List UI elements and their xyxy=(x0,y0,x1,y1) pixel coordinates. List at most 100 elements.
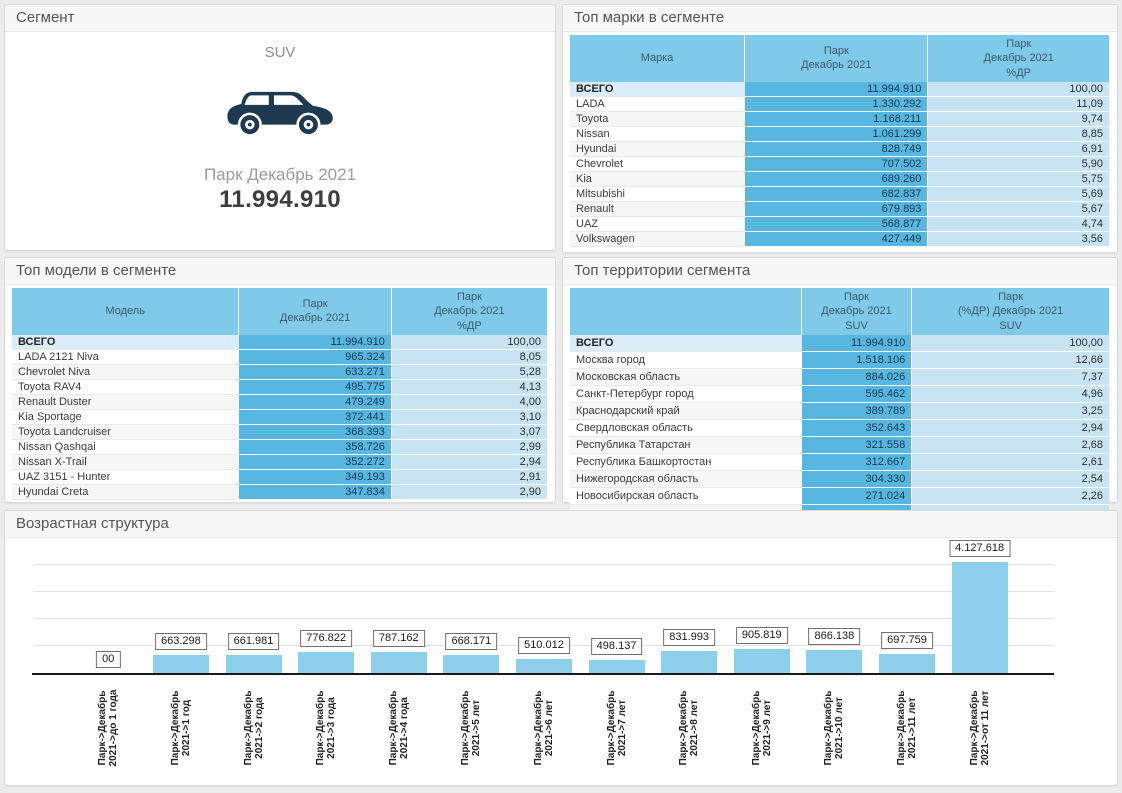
row-label[interactable]: Toyota Landcruiser xyxy=(12,424,240,440)
column-header[interactable]: Парк Декабрь 2021 xyxy=(239,288,392,335)
row-label[interactable]: Mitsubishi xyxy=(570,186,746,202)
bar-axis-label[interactable]: Парк->Декабрь 2021->6 лет xyxy=(533,678,555,778)
bar-slot: 831.993 xyxy=(653,560,726,673)
axis-label-line: 2021->8 лет xyxy=(689,699,701,757)
row-label[interactable]: UAZ xyxy=(570,216,746,232)
axis-label-line: Парк->Декабрь xyxy=(387,690,399,766)
bar-axis-label[interactable]: Парк->Декабрь 2021->5 лет xyxy=(460,678,482,778)
row-label[interactable]: Renault xyxy=(570,201,746,217)
column-header[interactable]: Парк Декабрь 2021 SUV xyxy=(801,288,913,335)
bar-axis-label[interactable]: Парк->Декабрь 2021->10 лет xyxy=(823,678,845,778)
bar-axis-label[interactable]: Парк->Декабрь 2021->8 лет xyxy=(678,678,700,778)
top-brands-table: Марка Парк Декабрь 2021 Парк Декабрь 2021 %ДР… xyxy=(570,35,1109,247)
age-structure-chart: 00 663.298 661.981 776.822 787.162 668.171 510… xyxy=(5,538,1117,787)
column-header[interactable]: Парк Декабрь 2021 %ДР xyxy=(928,35,1109,82)
bar[interactable] xyxy=(588,659,645,673)
row-label[interactable]: ВСЕГО xyxy=(12,334,240,350)
row-label[interactable]: LADA xyxy=(570,96,746,112)
row-label[interactable]: Nissan Qashqai xyxy=(12,439,240,455)
axis-label-line: Парк->Декабрь xyxy=(169,690,181,766)
x-axis xyxy=(32,673,1054,675)
bar[interactable] xyxy=(879,654,935,673)
column-header-line: Декабрь 2021 xyxy=(821,305,892,318)
bar[interactable] xyxy=(225,655,282,673)
bar-axis-label[interactable]: Парк->Декабрь 2021->1 год xyxy=(170,678,192,778)
axis-label-slot: Парк->Декабрь 2021->5 лет xyxy=(435,676,508,780)
row-label[interactable]: Hyundai Creta xyxy=(12,484,240,500)
x-axis-labels: Парк->Декабрь 2021->до 1 года Парк->Декабр… xyxy=(34,676,1054,780)
bar-axis-label[interactable]: Парк->Декабрь 2021->7 лет xyxy=(606,678,628,778)
row-label[interactable]: ВСЕГО xyxy=(570,334,802,352)
table-row: Hyundai 828.749 6,91 xyxy=(570,141,1109,157)
column-header[interactable]: Парк Декабрь 2021 %ДР xyxy=(391,288,547,335)
row-label[interactable]: Нижегородская область xyxy=(570,470,802,488)
segment-metric-value: 11.994.910 xyxy=(219,186,341,213)
column-header-line: Парк xyxy=(456,291,482,303)
top-territories-table: Парк Декабрь 2021 SUV Парк (%ДР) Декабрь 202… xyxy=(570,288,1109,521)
bar-value-label: 663.298 xyxy=(155,633,207,651)
row-label[interactable]: Новосибирская область xyxy=(570,487,802,505)
bar-slot: 787.162 xyxy=(362,560,435,673)
bar[interactable] xyxy=(515,659,572,673)
bar[interactable] xyxy=(298,652,355,673)
axis-label-line: 2021->7 лет xyxy=(616,699,628,757)
row-label[interactable]: Санкт-Петербург город xyxy=(570,385,802,403)
share-value-cell: 2,54 xyxy=(912,470,1109,488)
bar-axis-label[interactable]: Парк->Декабрь 2021->4 года xyxy=(388,678,410,778)
column-header[interactable] xyxy=(570,288,802,335)
row-label[interactable]: Kia xyxy=(570,171,746,187)
row-label[interactable]: UAZ 3151 - Hunter xyxy=(12,469,240,485)
row-label[interactable]: Краснодарский край xyxy=(570,402,802,420)
park-value-cell: 427.449 xyxy=(745,231,929,247)
column-header[interactable]: Марка xyxy=(570,35,746,82)
bar[interactable] xyxy=(806,649,863,673)
row-label[interactable]: Nissan X-Trail xyxy=(12,454,240,470)
row-label[interactable]: Chevrolet xyxy=(570,156,746,172)
column-header[interactable]: Парк (%ДР) Декабрь 2021 SUV xyxy=(912,288,1109,335)
bar-slot: 866.138 xyxy=(798,560,871,673)
bar-axis-label[interactable]: Парк->Декабрь 2021->2 года xyxy=(243,678,265,778)
row-label[interactable]: Nissan xyxy=(570,126,746,142)
column-header[interactable]: Парк Декабрь 2021 xyxy=(745,35,929,82)
row-label[interactable]: Kia Sportage xyxy=(12,409,240,425)
row-label[interactable]: LADA 2121 Niva xyxy=(12,349,240,365)
row-label[interactable]: Toyota xyxy=(570,111,746,127)
share-value-cell: 12,66 xyxy=(912,351,1109,369)
row-label[interactable]: Свердловская область xyxy=(570,419,802,437)
row-label[interactable]: Chevrolet Niva xyxy=(12,364,240,380)
column-header[interactable]: Модель xyxy=(12,288,240,335)
bar[interactable] xyxy=(443,655,500,673)
table-header: Марка Парк Декабрь 2021 Парк Декабрь 2021 %ДР xyxy=(570,35,1109,82)
share-value-cell: 5,67 xyxy=(928,201,1109,217)
row-label[interactable]: Toyota RAV4 xyxy=(12,379,240,395)
table-row: Новосибирская область 271.024 2,26 xyxy=(570,487,1109,505)
share-value-cell: 3,07 xyxy=(391,424,547,440)
row-label[interactable]: Renault Duster xyxy=(12,394,240,410)
bar-axis-label[interactable]: Парк->Декабрь 2021->9 лет xyxy=(751,678,773,778)
park-value-cell: 11.994.910 xyxy=(801,334,913,352)
park-value-cell: 347.834 xyxy=(239,484,392,500)
bar-axis-label[interactable]: Парк->Декабрь 2021->3 года xyxy=(315,678,337,778)
row-label[interactable]: Москва город xyxy=(570,351,802,369)
bar-value-label: 4.127.618 xyxy=(949,539,1011,557)
bar[interactable] xyxy=(152,655,209,673)
bar-axis-label[interactable]: Парк->Декабрь 2021->от 11 лет xyxy=(969,678,991,778)
bar[interactable] xyxy=(661,650,718,673)
park-value-cell: 389.789 xyxy=(801,402,913,420)
share-value-cell: 5,69 xyxy=(928,186,1109,202)
bar[interactable] xyxy=(370,651,427,673)
top-territories-table-container: Парк Декабрь 2021 SUV Парк (%ДР) Декабрь 202… xyxy=(563,288,1117,521)
bar-axis-label[interactable]: Парк->Декабрь 2021->до 1 года xyxy=(97,678,119,778)
bar[interactable] xyxy=(733,648,790,673)
axis-label-line: 2021->10 лет xyxy=(834,697,846,759)
row-label[interactable]: Hyundai xyxy=(570,141,746,157)
row-label[interactable]: Volkswagen xyxy=(570,231,746,247)
bar-axis-label[interactable]: Парк->Декабрь 2021->11 лет xyxy=(896,678,918,778)
top-models-table-container: Модель Парк Декабрь 2021 Парк Декабрь 2021 %Д… xyxy=(5,288,555,500)
table-header-row: Модель Парк Декабрь 2021 Парк Декабрь 2021 %Д… xyxy=(12,288,547,335)
row-label[interactable]: Республика Татарстан xyxy=(570,436,802,454)
row-label[interactable]: Республика Башкортостан xyxy=(570,453,802,471)
row-label[interactable]: ВСЕГО xyxy=(570,81,746,97)
bar[interactable] xyxy=(951,561,1008,673)
row-label[interactable]: Московская область xyxy=(570,368,802,386)
